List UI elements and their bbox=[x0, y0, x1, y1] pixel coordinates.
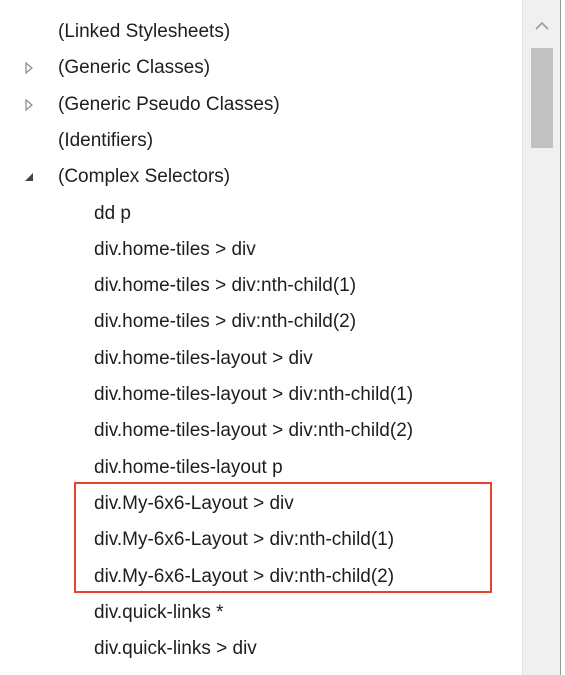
tree-item-label: div.home-tiles-layout p bbox=[94, 456, 283, 478]
tree-item-label: (Generic Pseudo Classes) bbox=[58, 93, 280, 115]
tree-item-label: div.quick-links > div:nth-child(1) bbox=[94, 667, 357, 675]
tree-selector-item[interactable]: div.quick-links * bbox=[0, 595, 522, 631]
tree-item-label: div.home-tiles > div bbox=[94, 238, 256, 260]
tree-selector-item[interactable]: div.home-tiles > div:nth-child(1) bbox=[0, 268, 522, 304]
tree-item-label: (Generic Classes) bbox=[58, 57, 211, 79]
tree-category-item[interactable]: (Generic Pseudo Classes) bbox=[0, 87, 522, 123]
tree-item-label: div.quick-links * bbox=[94, 601, 224, 623]
tree-item-label: div.home-tiles-layout > div:nth-child(2) bbox=[94, 420, 414, 442]
tree-item-label: div.home-tiles > div:nth-child(1) bbox=[94, 275, 357, 297]
tree-selector-item[interactable]: div.home-tiles-layout > div:nth-child(1) bbox=[0, 377, 522, 413]
tree-item-label: (Complex Selectors) bbox=[58, 166, 231, 188]
collapse-triangle-icon[interactable] bbox=[22, 170, 36, 184]
tree-category-item[interactable]: (Generic Classes) bbox=[0, 50, 522, 86]
css-properties-tree-panel: (Linked Stylesheets) (Generic Classes) (Ge… bbox=[0, 0, 565, 675]
tree-category-item[interactable]: (Complex Selectors) bbox=[0, 159, 522, 195]
tree-selector-item[interactable]: div.home-tiles-layout > div bbox=[0, 341, 522, 377]
expand-triangle-icon[interactable] bbox=[22, 61, 36, 75]
tree-selector-item[interactable]: div.home-tiles > div:nth-child(2) bbox=[0, 304, 522, 340]
scroll-up-button[interactable] bbox=[523, 8, 561, 44]
tree-selector-item[interactable]: div.home-tiles > div bbox=[0, 232, 522, 268]
tree-category-item[interactable]: (Linked Stylesheets) bbox=[0, 14, 522, 50]
scroll-thumb[interactable] bbox=[531, 48, 553, 148]
tree-category-item[interactable]: (Identifiers) bbox=[0, 123, 522, 159]
highlight-annotation-box bbox=[74, 482, 492, 593]
panel-border bbox=[560, 0, 561, 675]
tree-item-label: dd p bbox=[94, 202, 131, 224]
chevron-up-icon bbox=[535, 21, 549, 30]
vertical-scrollbar[interactable] bbox=[522, 0, 561, 675]
tree-item-label: (Linked Stylesheets) bbox=[58, 21, 231, 42]
tree-selector-item[interactable]: div.home-tiles-layout p bbox=[0, 450, 522, 486]
tree-selector-item[interactable]: div.home-tiles-layout > div:nth-child(2) bbox=[0, 413, 522, 449]
tree-selector-item[interactable]: dd p bbox=[0, 196, 522, 232]
tree-selector-item[interactable]: div.quick-links > div:nth-child(1) bbox=[0, 667, 522, 675]
expand-triangle-icon[interactable] bbox=[22, 98, 36, 112]
selector-tree: (Linked Stylesheets) (Generic Classes) (Ge… bbox=[0, 0, 522, 675]
tree-item-label: div.quick-links > div bbox=[94, 638, 257, 660]
tree-item-label: div.home-tiles-layout > div:nth-child(1) bbox=[94, 384, 414, 405]
tree-item-label: div.home-tiles > div:nth-child(2) bbox=[94, 311, 357, 333]
tree-item-label: (Identifiers) bbox=[58, 129, 154, 151]
tree-selector-item[interactable]: div.quick-links > div bbox=[0, 631, 522, 667]
tree-item-label: div.home-tiles-layout > div bbox=[94, 347, 313, 369]
